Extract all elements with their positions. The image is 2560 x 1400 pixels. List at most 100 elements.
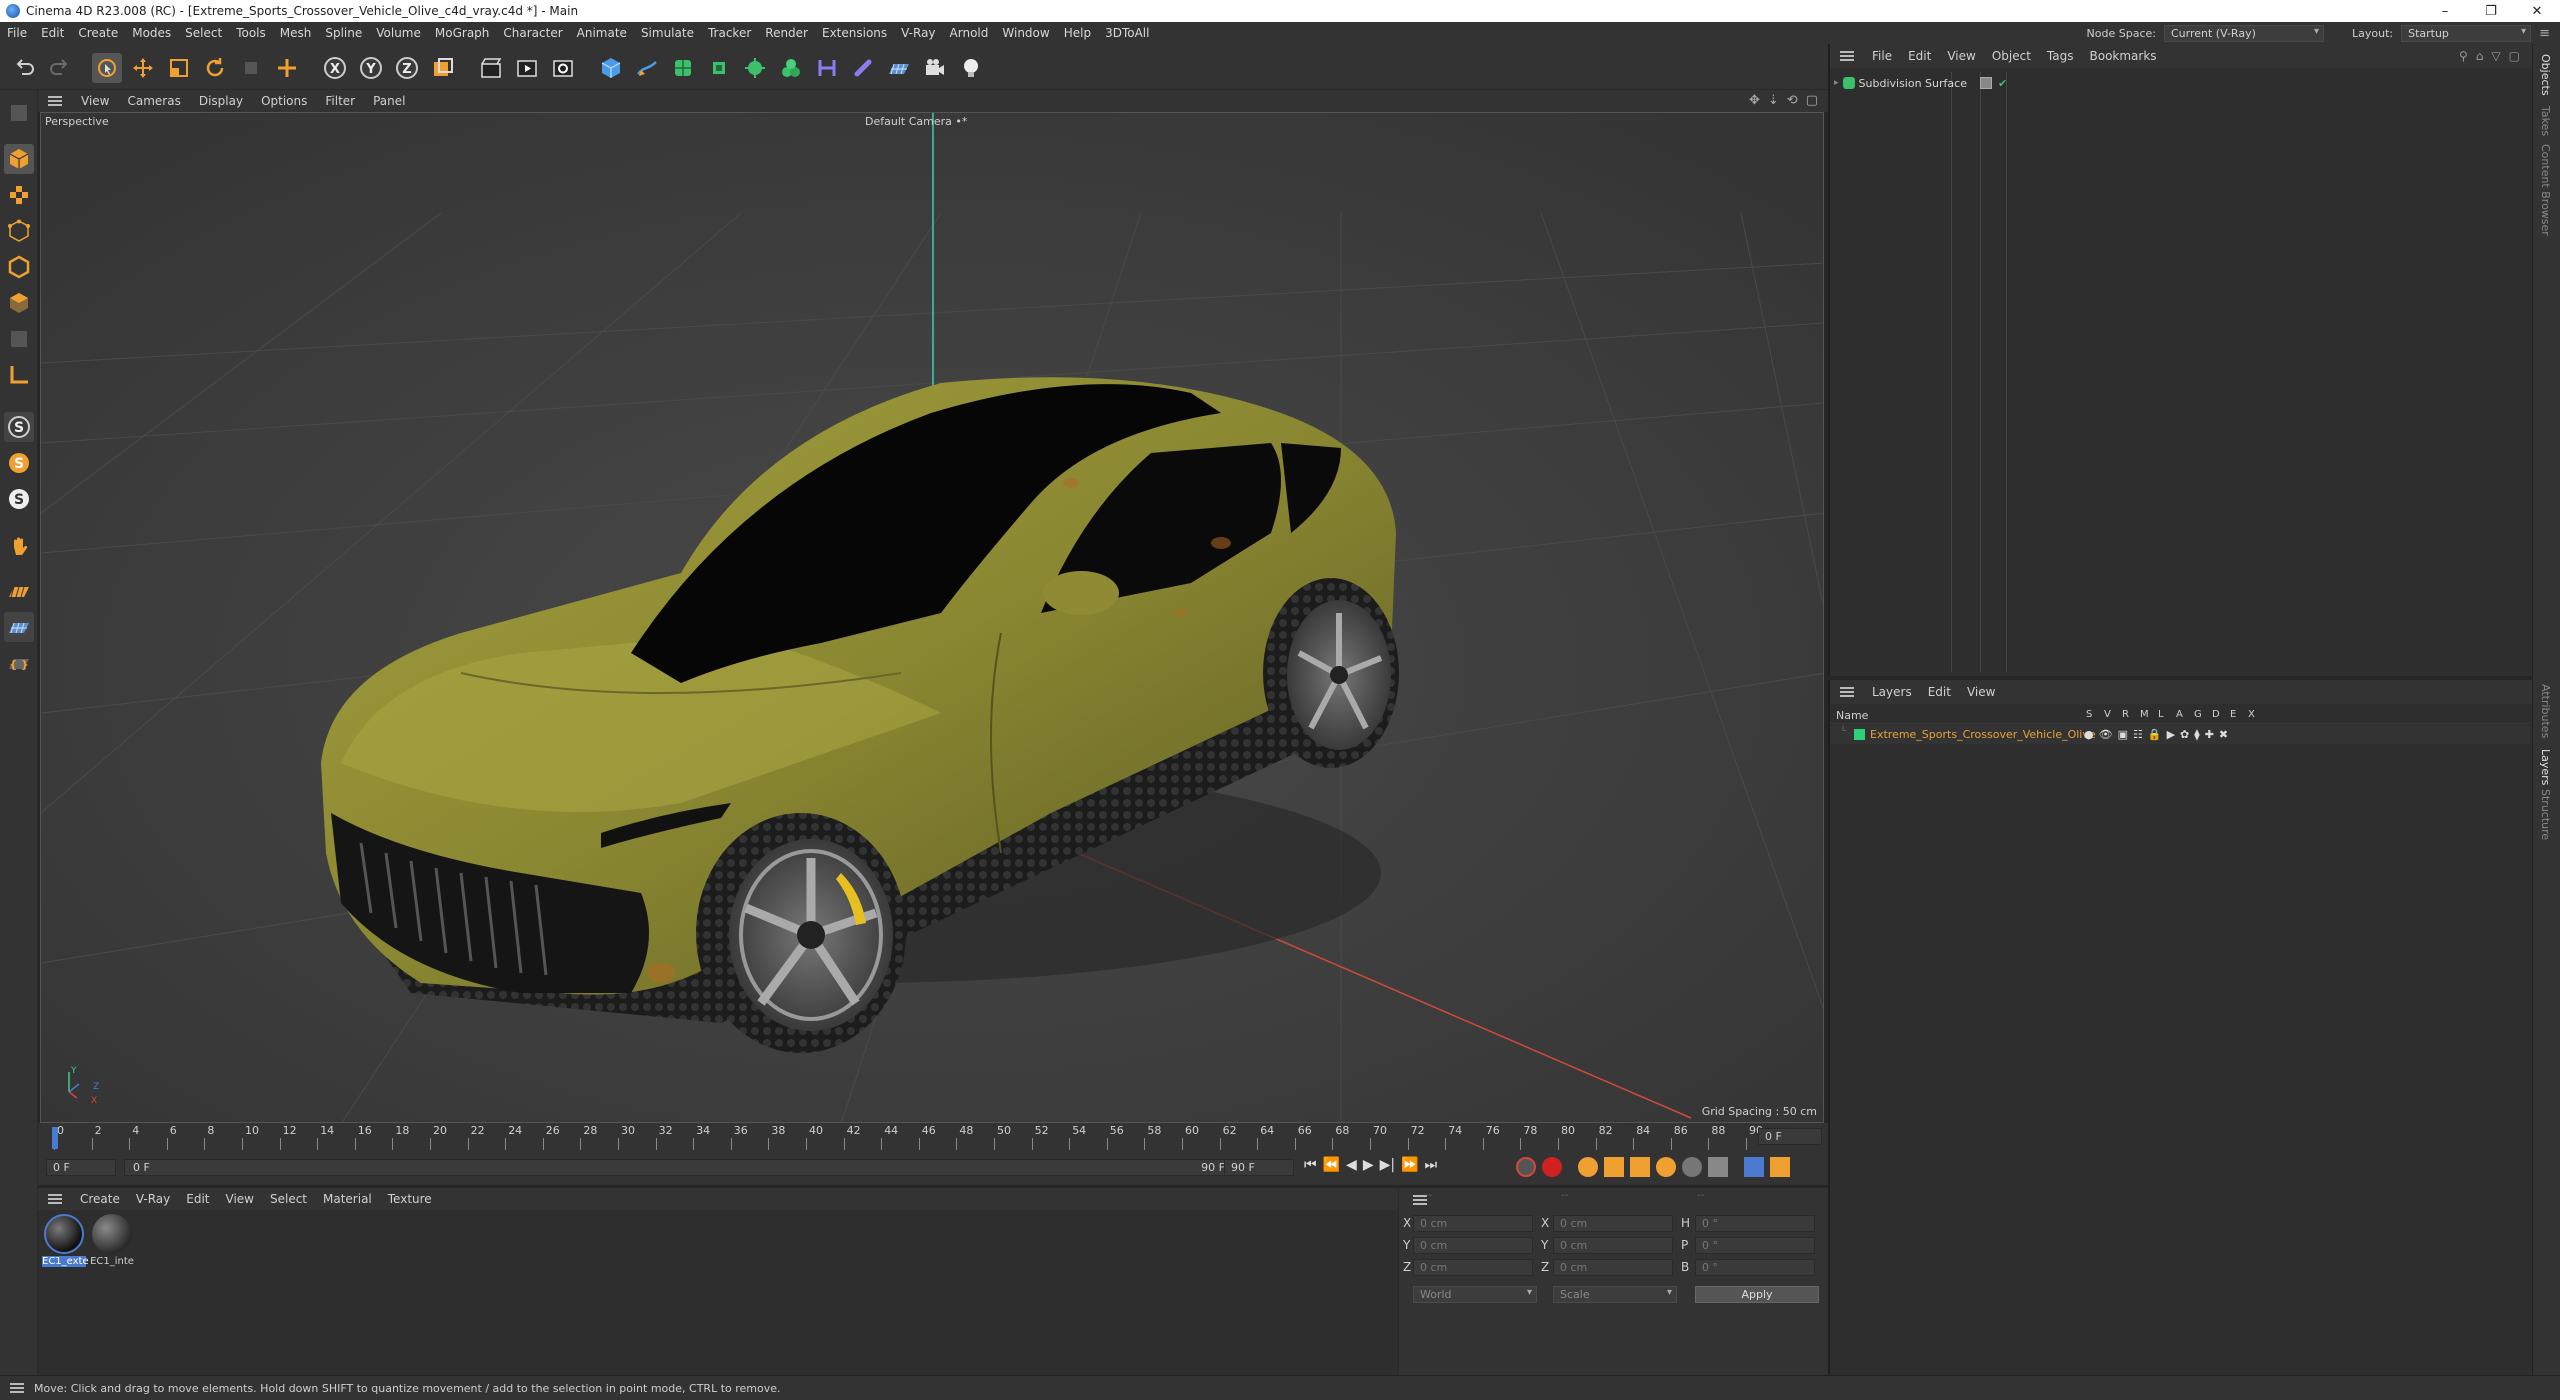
size-y-field[interactable]: 0 cm	[1553, 1237, 1673, 1254]
menu-spline[interactable]: Spline	[318, 26, 369, 40]
3d-viewport[interactable]: Perspective Default Camera •* Grid Spaci…	[40, 112, 1824, 1123]
objects-menu-view[interactable]: View	[1939, 49, 1983, 63]
menu-3dtoall[interactable]: 3DToAll	[1098, 26, 1156, 40]
uv-mode-button[interactable]	[4, 324, 34, 354]
z-axis-lock-button[interactable]: Z	[392, 53, 422, 83]
pla-key-icon[interactable]	[1708, 1157, 1728, 1177]
tab-layers[interactable]: Layers	[2539, 749, 2552, 785]
rot-p-field[interactable]: 0 °	[1695, 1237, 1815, 1254]
minimize-button[interactable]: –	[2422, 0, 2468, 22]
tweak-mode-button[interactable]	[4, 532, 34, 562]
tab-attributes[interactable]: Attributes	[2539, 684, 2552, 738]
workplane-button[interactable]	[4, 576, 34, 606]
layer-flag-solo-header[interactable]: S	[2086, 709, 2092, 720]
start-frame-field[interactable]: 0 F	[46, 1159, 116, 1176]
point-mode-button[interactable]	[4, 216, 34, 246]
coordinate-system-button[interactable]	[428, 53, 458, 83]
material-menu-select[interactable]: Select	[262, 1192, 315, 1206]
record-active-icon[interactable]	[1516, 1157, 1536, 1177]
viewport-menu-filter[interactable]: Filter	[316, 94, 364, 108]
node-space-dropdown[interactable]: Current (V-Ray)	[2163, 24, 2324, 42]
pen-spline-button[interactable]	[632, 53, 662, 83]
layer-color-swatch[interactable]	[1854, 729, 1865, 740]
menu-mograph[interactable]: MoGraph	[428, 26, 497, 40]
motion-mode-icon[interactable]	[1744, 1157, 1764, 1177]
rotate-view-icon[interactable]: ⟲	[1787, 93, 1798, 108]
menu-select[interactable]: Select	[178, 26, 229, 40]
render-settings-button[interactable]	[548, 53, 578, 83]
solo-dot-icon[interactable]: ●	[2084, 728, 2094, 741]
material-menu-texture[interactable]: Texture	[380, 1192, 440, 1206]
menu-arnold[interactable]: Arnold	[943, 26, 996, 40]
layer-row[interactable]: └ Extreme_Sports_Crossover_Vehicle_Olive…	[1830, 726, 2530, 744]
model-mode-button[interactable]	[4, 144, 34, 174]
menu-vray[interactable]: V-Ray	[894, 26, 942, 40]
mograph-button[interactable]	[776, 53, 806, 83]
polygon-mode-button[interactable]	[4, 288, 34, 318]
rot-b-field[interactable]: 0 °	[1695, 1259, 1815, 1276]
go-to-start-icon[interactable]: ⏮	[1304, 1157, 1317, 1173]
hide-menu-icon[interactable]: ≡	[2539, 26, 2550, 41]
world-axis-button[interactable]	[272, 53, 302, 83]
layout-dropdown[interactable]: Startup	[2401, 24, 2532, 42]
grid-button[interactable]	[4, 612, 34, 642]
expand-arrow-icon[interactable]: ▸	[1834, 78, 1839, 88]
tab-structure[interactable]: Structure	[2539, 789, 2552, 840]
size-z-field[interactable]: 0 cm	[1553, 1259, 1673, 1276]
objects-menu-bookmarks[interactable]: Bookmarks	[2082, 49, 2165, 63]
maximize-button[interactable]: ❐	[2468, 0, 2514, 22]
layers-hamburger-icon[interactable]	[1840, 687, 1854, 697]
menu-render[interactable]: Render	[758, 26, 815, 40]
edge-mode-button[interactable]	[4, 252, 34, 282]
menu-extensions[interactable]: Extensions	[815, 26, 894, 40]
light-button[interactable]	[956, 53, 986, 83]
layer-flag-view-header[interactable]: V	[2104, 709, 2111, 720]
layer-flag-manager-header[interactable]: M	[2140, 709, 2149, 720]
menu-tracker[interactable]: Tracker	[701, 26, 758, 40]
render-region-button[interactable]	[476, 53, 506, 83]
cube-object-button[interactable]	[596, 53, 626, 83]
layer-flag-animation-header[interactable]: A	[2176, 709, 2183, 720]
live-selection-button[interactable]	[92, 53, 122, 83]
menu-window[interactable]: Window	[995, 26, 1056, 40]
apply-button[interactable]: Apply	[1695, 1286, 1819, 1303]
recent-tools-button[interactable]	[236, 53, 266, 83]
deformer-flag-icon[interactable]: ⧫	[2194, 728, 2199, 741]
material-menu-material[interactable]: Material	[315, 1192, 380, 1206]
enabled-check-icon[interactable]: ✔	[1998, 77, 2007, 90]
current-frame-field[interactable]: 0 F	[1758, 1128, 1822, 1145]
status-hamburger-icon[interactable]	[10, 1383, 24, 1393]
visibility-toggle-icon[interactable]	[1980, 77, 1992, 89]
make-editable-button[interactable]	[4, 98, 34, 128]
pan-view-icon[interactable]: ✥	[1749, 93, 1760, 108]
viewport-menu-panel[interactable]: Panel	[364, 94, 414, 108]
expression-icon[interactable]: ✚	[2205, 728, 2214, 741]
render-camera-icon[interactable]: ▣	[2118, 728, 2128, 741]
menu-file[interactable]: File	[0, 26, 34, 40]
toggle-layout-icon[interactable]: ▢	[1806, 93, 1818, 108]
menu-modes[interactable]: Modes	[125, 26, 178, 40]
coordinate-mode-dropdown[interactable]: World	[1413, 1286, 1537, 1303]
snap-button[interactable]: S	[4, 412, 34, 442]
keyframe-selection-icon[interactable]	[1578, 1157, 1598, 1177]
layer-flag-deformers-header[interactable]: D	[2212, 709, 2220, 720]
layer-name[interactable]: Extreme_Sports_Crossover_Vehicle_Olive	[1870, 728, 2096, 741]
tab-content-browser[interactable]: Content Browser	[2539, 144, 2552, 236]
layer-flag-generators-header[interactable]: G	[2194, 709, 2202, 720]
solo-hierarchy-button[interactable]: S	[4, 484, 34, 514]
rotate-tool-button[interactable]	[200, 53, 230, 83]
position-key-icon[interactable]	[1604, 1157, 1624, 1177]
objects-hamburger-icon[interactable]	[1840, 51, 1854, 61]
menu-volume[interactable]: Volume	[369, 26, 428, 40]
end-frame-field[interactable]: 90 F	[1224, 1159, 1294, 1176]
move-tool-button[interactable]	[128, 53, 158, 83]
xpresso-button[interactable]: { }	[4, 648, 34, 678]
camera-button[interactable]	[920, 53, 950, 83]
redo-button[interactable]	[44, 53, 74, 83]
previous-key-icon[interactable]: ⏪	[1323, 1157, 1340, 1173]
material-item[interactable]: EC1_exte	[42, 1214, 89, 1267]
viewport-camera-label[interactable]: Default Camera •*	[865, 115, 967, 128]
close-button[interactable]: ✕	[2514, 0, 2560, 22]
menu-animate[interactable]: Animate	[570, 26, 634, 40]
menu-tools[interactable]: Tools	[229, 26, 273, 40]
